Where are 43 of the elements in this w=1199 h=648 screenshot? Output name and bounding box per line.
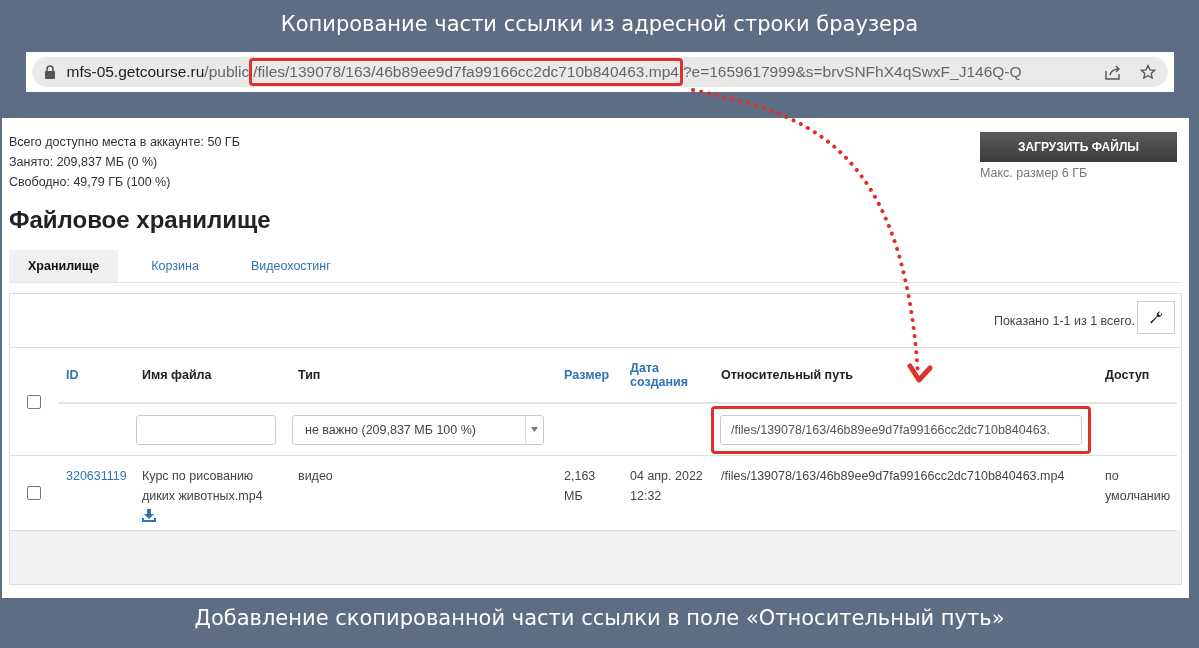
settings-button[interactable] — [1137, 301, 1175, 334]
sort-link[interactable]: Размер — [564, 368, 609, 382]
tab[interactable]: Видеохостинг — [231, 250, 350, 282]
sort-link[interactable]: Дата создания — [630, 361, 705, 389]
page-title: Файловое хранилище — [9, 206, 272, 234]
tab[interactable]: Хранилище — [9, 250, 119, 282]
url-text: ?e=1659617999&s=brvSNFhX4qSwxF_J146Q-Q — [682, 63, 1022, 81]
address-bar[interactable]: mfs-05.getcourse.ru/public /files/139078/163/46b89ee9d7fa99166cc2dc710b840463.mp4 ?e=1659617999&s=brvSNFhX4qSwxF_J146Q-Q — [31, 57, 1168, 87]
table-cell-text: по умолчанию — [1105, 468, 1169, 505]
results-summary: Показано 1-1 из 1 всего. — [993, 313, 1135, 328]
file-id-link[interactable]: 320631119 — [66, 469, 127, 483]
url-text: /public — [204, 63, 250, 81]
column-header: Доступ — [1105, 368, 1150, 382]
upload-button[interactable]: ЗАГРУЗИТЬ ФАЙЛЫ — [980, 132, 1177, 162]
storage-info-text: Занято: 209,837 МБ (0 %) — [9, 154, 159, 171]
column-header: Относительный путь — [721, 368, 854, 382]
table-cell-text: /files/139078/163/46b89ee9d7fa99166cc2dc710b840463.mp4 — [721, 468, 1066, 485]
url-text: mfs-05.getcourse.ru — [66, 63, 205, 81]
filter-field[interactable] — [136, 414, 276, 445]
storage-info-text: Всего доступно места в аккаунте: 50 ГБ — [9, 134, 240, 151]
filter-field[interactable]: /files/139078/163/46b89ee9d7fa99166cc2dc710b840463. — [720, 414, 1082, 445]
column-header: Имя файла — [142, 368, 212, 382]
star-icon — [1139, 64, 1156, 80]
dropdown-caret-icon — [531, 427, 538, 432]
download-icon — [142, 509, 156, 522]
checkbox[interactable] — [27, 394, 41, 409]
share-icon — [1103, 64, 1122, 80]
upload-note: Макс. размер 6 ГБ — [980, 166, 1089, 180]
file-name: Курс по рисованию диких животных.mp4 — [142, 468, 264, 505]
type-dropdown[interactable]: не важно (209,837 МБ 100 %) — [292, 414, 544, 445]
caption-text: Добавление скопированной части ссылки в поле «Относительный путь» — [194, 606, 1005, 632]
caption-text: Копирование части ссылки из адресной строки браузера — [280, 12, 919, 38]
wrench-icon — [1148, 309, 1164, 326]
tab[interactable]: Корзина — [132, 250, 218, 282]
table-cell-text: 2,163 МБ — [564, 468, 597, 505]
column-header: Тип — [298, 368, 321, 382]
sort-link[interactable]: ID — [66, 368, 79, 382]
table-cell-text: видео — [298, 468, 334, 485]
lock-icon — [43, 65, 56, 79]
highlighted-url-part: /files/139078/163/46b89ee9d7fa99166cc2dc710b840463.mp4 — [249, 58, 683, 86]
table-cell-text: 04 апр. 2022 12:32 — [630, 468, 704, 505]
storage-info-text: Свободно: 49,79 ГБ (100 %) — [9, 174, 172, 191]
checkbox[interactable] — [27, 486, 41, 500]
